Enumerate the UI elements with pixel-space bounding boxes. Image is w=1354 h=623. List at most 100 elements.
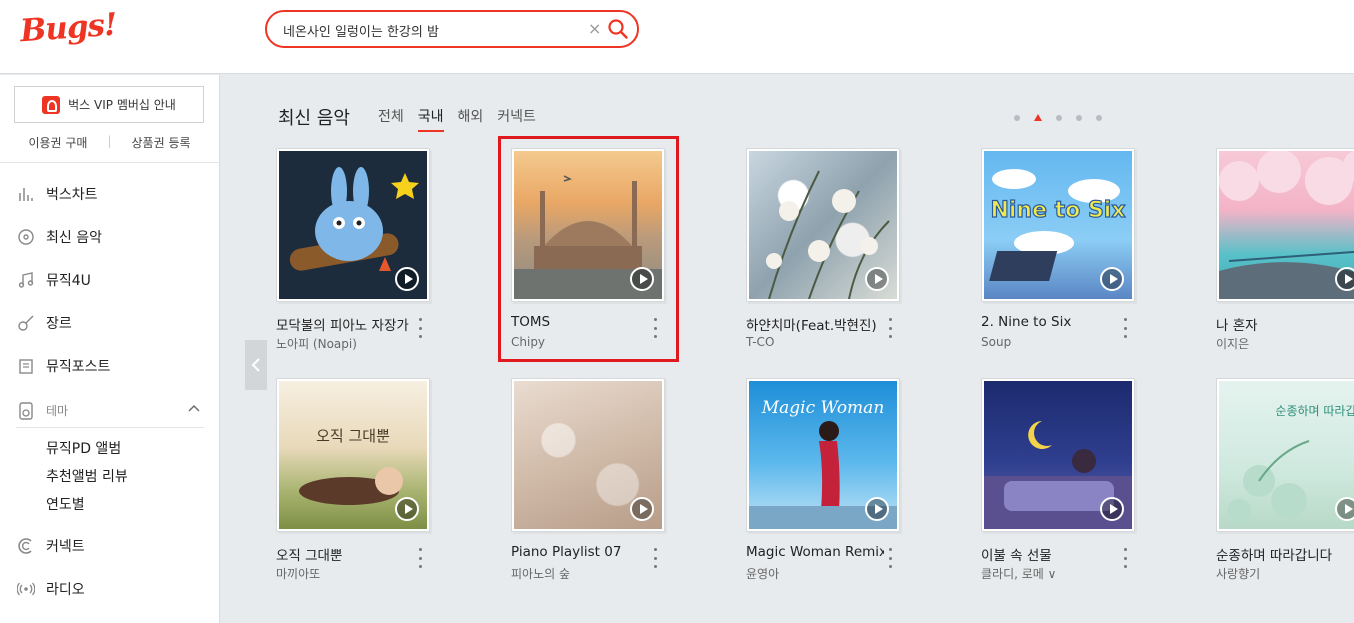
album-art: Magic Woman [749, 381, 897, 529]
post-icon [16, 356, 36, 376]
tab-overseas[interactable]: 해외 [458, 106, 484, 132]
play-button[interactable] [865, 497, 889, 521]
sidebar-item-chart[interactable]: 벅스차트 [16, 182, 98, 206]
album-cover[interactable]: Magic Woman [746, 378, 900, 532]
radio-icon [16, 579, 36, 599]
album-card: 모닥불의 피아노 자장가 노아피 (Noapi) [276, 148, 436, 378]
search-icon[interactable] [607, 18, 629, 40]
buy-pass-link[interactable]: 이용권 구매 [8, 134, 107, 162]
album-artist[interactable]: T-CO [746, 335, 884, 349]
sidebar-item-music-post[interactable]: 뮤직포스트 [16, 354, 110, 378]
album-card: Magic Woman Magic Woman Remix 윤영아 [746, 378, 906, 608]
play-button[interactable] [395, 497, 419, 521]
sidebar-item-radio[interactable]: 라디오 [16, 577, 85, 601]
album-title[interactable]: 나 혼자 [1216, 314, 1354, 334]
sidebar-item-new-music[interactable]: 최신 음악 [16, 225, 102, 249]
album-artist[interactable]: 노아피 (Noapi) [276, 335, 414, 352]
more-options-icon[interactable] [651, 548, 659, 568]
tab-all[interactable]: 전체 [378, 106, 404, 132]
play-button[interactable] [1335, 267, 1354, 291]
album-cover[interactable] [511, 378, 665, 532]
pager-dot[interactable] [1056, 114, 1062, 121]
album-artist[interactable]: 마끼아또 [276, 565, 414, 582]
album-title[interactable]: 하얀치마(Feat.박현진) [746, 314, 884, 334]
search-box[interactable]: × [265, 10, 639, 48]
album-title[interactable]: Piano Playlist 07 [511, 544, 649, 560]
album-artist[interactable]: 윤영아 [746, 565, 884, 582]
album-art [514, 151, 662, 299]
theme-label: 테마 [46, 404, 69, 418]
album-artist[interactable]: Chipy [511, 335, 649, 349]
chart-bars-icon [16, 184, 36, 204]
album-art: 오직 그대뿐 [279, 381, 427, 529]
album-card: 나 혼자 이지은 [1216, 148, 1354, 378]
sidebar-item-genre[interactable]: 장르 [16, 311, 72, 335]
play-button[interactable] [395, 267, 419, 291]
sidebar-divider [0, 162, 219, 163]
album-cover[interactable] [746, 148, 900, 302]
album-cover[interactable] [1216, 148, 1354, 302]
more-options-icon[interactable] [651, 318, 659, 338]
sidebar-item-music4u[interactable]: 뮤직4U [16, 268, 91, 292]
album-cover[interactable]: Nine to Six [981, 148, 1135, 302]
play-button[interactable] [1100, 267, 1124, 291]
bugs-logo[interactable]: Bugs! [19, 7, 118, 50]
play-button[interactable] [630, 267, 654, 291]
more-options-icon[interactable] [1121, 318, 1129, 338]
album-card: 이불 속 선물 클라디, 로메 ∨ [981, 378, 1141, 608]
clear-icon[interactable]: × [588, 19, 601, 38]
vip-membership-button[interactable]: 벅스 VIP 멤버십 안내 [14, 86, 204, 123]
play-button[interactable] [1335, 497, 1354, 521]
album-card: TOMS Chipy [511, 148, 671, 378]
album-cover[interactable] [276, 148, 430, 302]
album-cover[interactable]: 오직 그대뿐 [276, 378, 430, 532]
album-cover[interactable] [511, 148, 665, 302]
album-cover[interactable] [981, 378, 1135, 532]
album-title[interactable]: 2. Nine to Six [981, 314, 1119, 330]
more-options-icon[interactable] [1121, 548, 1129, 568]
album-title[interactable]: TOMS [511, 314, 649, 330]
register-voucher-link[interactable]: 상품권 등록 [112, 134, 211, 162]
album-artist[interactable]: 피아노의 숲 [511, 565, 649, 582]
more-options-icon[interactable] [416, 548, 424, 568]
album-title[interactable]: 이불 속 선물 [981, 544, 1119, 564]
carousel-prev-button[interactable] [245, 340, 267, 390]
sidebar-item-by-year[interactable]: 연도별 [46, 494, 85, 514]
pager-dot[interactable] [1014, 114, 1020, 121]
more-options-icon[interactable] [886, 548, 894, 568]
sidebar-item-recommended-review[interactable]: 추천앨범 리뷰 [46, 466, 128, 486]
sidebar-item-connect[interactable]: 커넥트 [16, 534, 85, 558]
play-button[interactable] [630, 497, 654, 521]
album-art [749, 151, 897, 299]
search-input[interactable] [283, 20, 583, 40]
pager-dot[interactable] [1076, 114, 1082, 121]
play-button[interactable] [865, 267, 889, 291]
album-title[interactable]: 순종하며 따라갑니다 [1216, 544, 1354, 564]
album-artist[interactable]: Soup [981, 335, 1119, 349]
pager-active-indicator[interactable] [1034, 114, 1042, 121]
album-card: 하얀치마(Feat.박현진) T-CO [746, 148, 906, 378]
sidebar-theme-toggle[interactable]: 테마 [16, 398, 204, 428]
album-artist[interactable]: 사랑향기 [1216, 565, 1354, 582]
sidebar-item-label: 뮤직4U [46, 273, 91, 289]
play-button[interactable] [1100, 497, 1124, 521]
album-artist[interactable]: 이지은 [1216, 335, 1354, 352]
album-title[interactable]: 모닥불의 피아노 자장가 [276, 314, 414, 334]
sidebar-item-musicpd-album[interactable]: 뮤직PD 앨범 [46, 438, 121, 458]
tab-connect[interactable]: 커넥트 [497, 106, 536, 132]
more-options-icon[interactable] [886, 318, 894, 338]
album-artist[interactable]: 클라디, 로메 ∨ [981, 565, 1119, 582]
cover-text: 순종하며 따라갑니다 [1275, 404, 1354, 418]
album-cover[interactable]: 순종하며 따라갑니다 [1216, 378, 1354, 532]
sidebar-item-label: 장르 [46, 316, 72, 332]
chevron-up-icon [188, 405, 200, 412]
tab-domestic[interactable]: 국내 [417, 106, 444, 132]
section-tabs: 전체 국내 해외 커넥트 [378, 106, 536, 132]
album-title[interactable]: Magic Woman Remix [746, 544, 884, 560]
album-art: Nine to Six [984, 151, 1132, 299]
pager-dot[interactable] [1096, 114, 1102, 121]
album-title[interactable]: 오직 그대뿐 [276, 544, 414, 564]
album-card: Nine to Six 2. Nine to Six Soup [981, 148, 1141, 378]
bugs-membership-icon [42, 95, 61, 114]
more-options-icon[interactable] [416, 318, 424, 338]
